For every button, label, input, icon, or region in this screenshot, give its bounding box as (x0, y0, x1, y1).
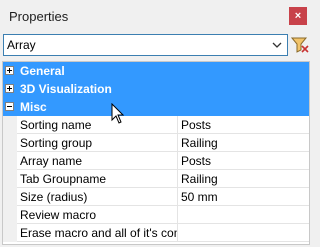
row-gutter (3, 116, 17, 134)
property-value[interactable]: Posts (178, 152, 309, 170)
category-general[interactable]: General (3, 62, 309, 80)
collapse-icon[interactable] (5, 102, 14, 111)
filter-icon[interactable] (291, 36, 309, 54)
property-row[interactable]: Size (radius) 50 mm (3, 188, 309, 206)
property-row[interactable]: Sorting name Posts (3, 116, 309, 134)
property-name: Tab Groupname (17, 170, 178, 188)
row-gutter (3, 134, 17, 152)
property-name: Size (radius) (17, 188, 178, 206)
property-value[interactable]: Posts (178, 116, 309, 134)
close-button[interactable]: × (289, 7, 307, 25)
row-gutter (3, 170, 17, 188)
close-icon: × (294, 10, 302, 22)
category-3d-visualization[interactable]: 3D Visualization (3, 80, 309, 98)
property-row[interactable]: Sorting group Railing (3, 134, 309, 152)
property-row[interactable]: Array name Posts (3, 152, 309, 170)
chevron-down-icon (272, 42, 282, 48)
mouse-pointer-icon (111, 103, 125, 124)
object-type-dropdown[interactable]: Array (3, 34, 288, 56)
property-value[interactable] (178, 206, 309, 224)
expand-icon[interactable] (5, 84, 14, 93)
category-label: Misc (20, 100, 47, 114)
row-gutter (3, 224, 17, 242)
property-value[interactable]: Railing (178, 134, 309, 152)
property-value[interactable]: Railing (178, 170, 309, 188)
window-title: Properties (9, 9, 69, 24)
row-gutter (3, 152, 17, 170)
property-name: Review macro (17, 206, 178, 224)
category-misc[interactable]: Misc (3, 98, 309, 116)
row-gutter (3, 206, 17, 224)
property-name: Array name (17, 152, 178, 170)
property-name: Erase macro and all of it's compo (17, 224, 178, 242)
property-row[interactable]: Erase macro and all of it's compo (3, 224, 309, 242)
category-label: General (20, 64, 65, 78)
property-value[interactable]: 50 mm (178, 188, 309, 206)
object-type-value: Array (7, 38, 36, 52)
property-value[interactable] (178, 224, 309, 242)
property-row[interactable]: Tab Groupname Railing (3, 170, 309, 188)
row-gutter (3, 188, 17, 206)
expand-icon[interactable] (5, 66, 14, 75)
title-bar: Properties × (0, 0, 312, 31)
property-name: Sorting group (17, 134, 178, 152)
property-row[interactable]: Review macro (3, 206, 309, 224)
property-name: Sorting name (17, 116, 178, 134)
category-label: 3D Visualization (20, 82, 112, 96)
property-grid: General 3D Visualization Misc Sorting na… (2, 61, 310, 245)
